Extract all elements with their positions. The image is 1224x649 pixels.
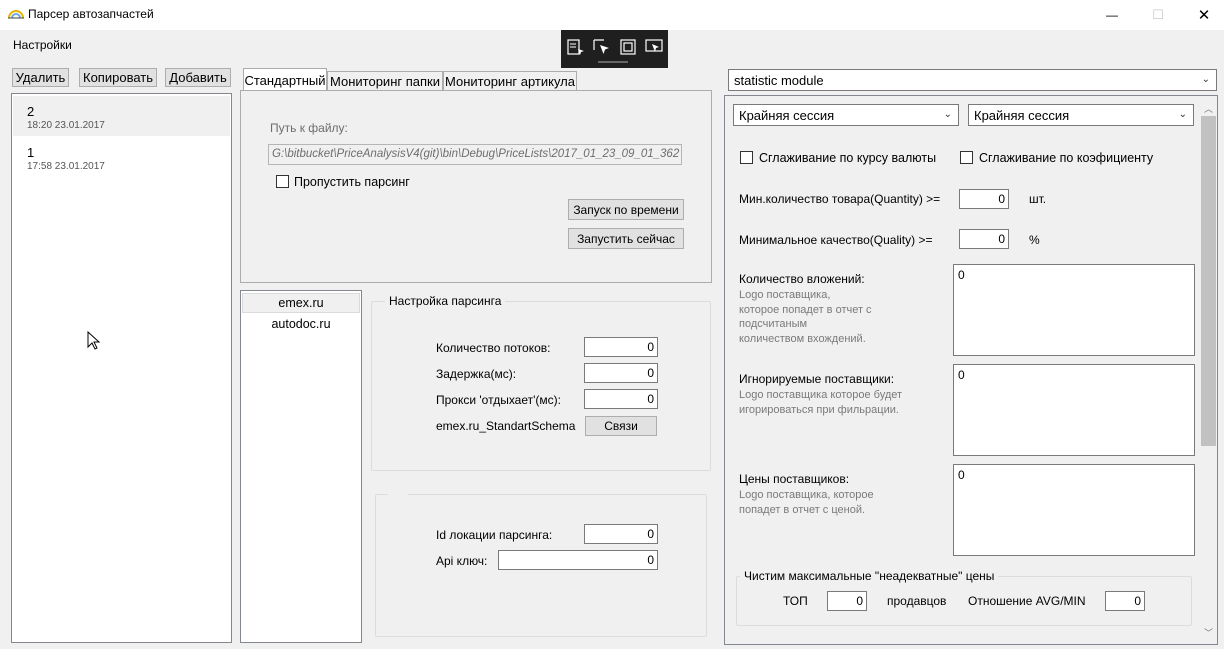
session-left-select[interactable]: Крайняя сессия ⌄ — [733, 104, 959, 126]
tab-standard[interactable]: Стандартный — [243, 68, 327, 91]
supplier-prices-hint: Logo поставщика, которое попадет в отчет… — [739, 489, 874, 516]
mouse-cursor-icon — [87, 331, 101, 350]
scrollbar-thumb[interactable] — [1201, 116, 1216, 446]
tab-article-monitoring[interactable]: Мониторинг артикула — [443, 71, 577, 91]
supplier-prices-label: Цены поставщиков: — [739, 472, 850, 486]
ignored-suppliers-hint: Logo поставщика которое будет игорироват… — [739, 389, 903, 416]
maximize-button[interactable]: ☐ — [1135, 0, 1181, 30]
pointer-capture-icon[interactable] — [592, 37, 612, 57]
maximize-icon: ☐ — [1152, 7, 1164, 22]
attachments-textarea[interactable]: 0 — [953, 264, 1195, 356]
toolbar-drag-handle[interactable] — [598, 61, 628, 63]
session-name: 2 — [27, 104, 35, 119]
api-key-label: Api ключ: — [436, 554, 488, 568]
close-icon: ✕ — [1197, 7, 1211, 24]
run-now-button[interactable]: Запустить сейчас — [568, 228, 684, 249]
menu-settings[interactable]: Настройки — [13, 38, 72, 52]
add-button[interactable]: Добавить — [165, 68, 231, 87]
skip-parsing-checkbox[interactable] — [276, 175, 289, 188]
links-button[interactable]: Связи — [585, 416, 657, 436]
title-bar — [0, 0, 1224, 30]
skip-parsing-label: Пропустить парсинг — [294, 175, 410, 189]
chevron-down-icon: ⌄ — [943, 109, 952, 120]
window-title: Парсер автозапчастей — [28, 7, 154, 21]
delay-field[interactable]: 0 — [584, 363, 658, 383]
ratio-label: Отношение AVG/MIN — [968, 594, 1086, 608]
new-capture-icon[interactable] — [566, 37, 586, 57]
min-quantity-unit: шт. — [1029, 192, 1047, 206]
copy-button[interactable]: Копировать — [79, 68, 157, 87]
currency-smoothing-label: Сглаживание по курсу валюты — [759, 151, 937, 165]
sites-list — [240, 290, 362, 643]
delete-button[interactable]: Удалить — [12, 68, 69, 87]
min-quality-label: Минимальное качество(Quality) >= — [739, 233, 933, 247]
min-quality-field[interactable]: 0 — [959, 229, 1009, 249]
min-quality-unit: % — [1029, 233, 1040, 247]
delay-label: Задержка(мс): — [436, 367, 517, 381]
scroll-up-icon[interactable]: ︿ — [1204, 102, 1213, 115]
site-item-selected[interactable]: emex.ru — [242, 293, 360, 313]
session-name: 1 — [27, 145, 35, 160]
coef-smoothing-label: Сглаживание по коэфициенту — [979, 151, 1154, 165]
proxy-field[interactable]: 0 — [584, 389, 658, 409]
top-label: ТОП — [783, 594, 808, 608]
path-field[interactable]: G:\bitbucket\PriceAnalysisV4(git)\bin\De… — [268, 144, 682, 165]
session-right-select[interactable]: Крайняя сессия ⌄ — [968, 104, 1194, 126]
threads-label: Количество потоков: — [436, 341, 551, 355]
parsing-settings-group — [371, 301, 711, 471]
fullscreen-capture-icon[interactable] — [644, 37, 664, 57]
attachments-label: Количество вложений: — [739, 272, 865, 286]
api-key-field[interactable]: 0 — [498, 550, 658, 570]
session-left-value: Крайняя сессия — [739, 107, 835, 123]
tab-folder-monitoring[interactable]: Мониторинг папки — [327, 71, 443, 91]
site-item[interactable]: autodoc.ru — [242, 314, 360, 334]
coef-smoothing-checkbox[interactable] — [960, 151, 973, 164]
min-quantity-field[interactable]: 0 — [959, 189, 1009, 209]
session-right-value: Крайняя сессия — [974, 107, 1070, 123]
scroll-down-icon[interactable]: ﹀ — [1204, 626, 1213, 639]
attachments-hint: Logo поставщика, которое попадет в отчет… — [739, 289, 872, 345]
threads-field[interactable]: 0 — [584, 337, 658, 357]
session-time: 17:58 23.01.2017 — [27, 161, 105, 172]
location-id-field[interactable]: 0 — [584, 524, 658, 544]
path-label: Путь к файлу: — [270, 121, 348, 135]
minimize-icon: — — [1106, 8, 1118, 22]
app-logo-icon — [8, 10, 24, 19]
parsing-settings-title: Настройка парсинга — [385, 294, 506, 308]
proxy-label: Прокси 'отдыхает'(мс): — [436, 393, 561, 407]
chevron-down-icon: ⌄ — [1201, 74, 1210, 85]
run-by-time-button[interactable]: Запуск по времени — [568, 199, 684, 220]
ratio-field[interactable]: 0 — [1105, 591, 1145, 611]
top-field[interactable]: 0 — [827, 591, 867, 611]
outliers-title: Чистим максимальные "неадекватные" цены — [740, 569, 999, 583]
currency-smoothing-checkbox[interactable] — [740, 151, 753, 164]
session-time: 18:20 23.01.2017 — [27, 120, 105, 131]
window-capture-icon[interactable] — [618, 37, 638, 57]
location-id-label: Id локации парсинга: — [436, 528, 553, 542]
supplier-prices-textarea[interactable]: 0 — [953, 464, 1195, 556]
statistic-module-value: statistic module — [734, 72, 824, 88]
chevron-down-icon: ⌄ — [1178, 109, 1187, 120]
location-group-title-gap — [388, 489, 408, 499]
schema-label: emex.ru_StandartSchema — [436, 419, 576, 433]
sellers-label: продавцов — [887, 594, 947, 608]
minimize-button[interactable]: — — [1089, 0, 1135, 30]
ignored-suppliers-textarea[interactable]: 0 — [953, 364, 1195, 456]
min-quantity-label: Мин.количество товара(Quantity) >= — [739, 192, 941, 206]
ignored-suppliers-label: Игнорируемые поставщики: — [739, 372, 895, 386]
close-button[interactable]: ✕ — [1181, 0, 1224, 30]
statistic-module-select[interactable]: statistic module ⌄ — [728, 69, 1217, 91]
